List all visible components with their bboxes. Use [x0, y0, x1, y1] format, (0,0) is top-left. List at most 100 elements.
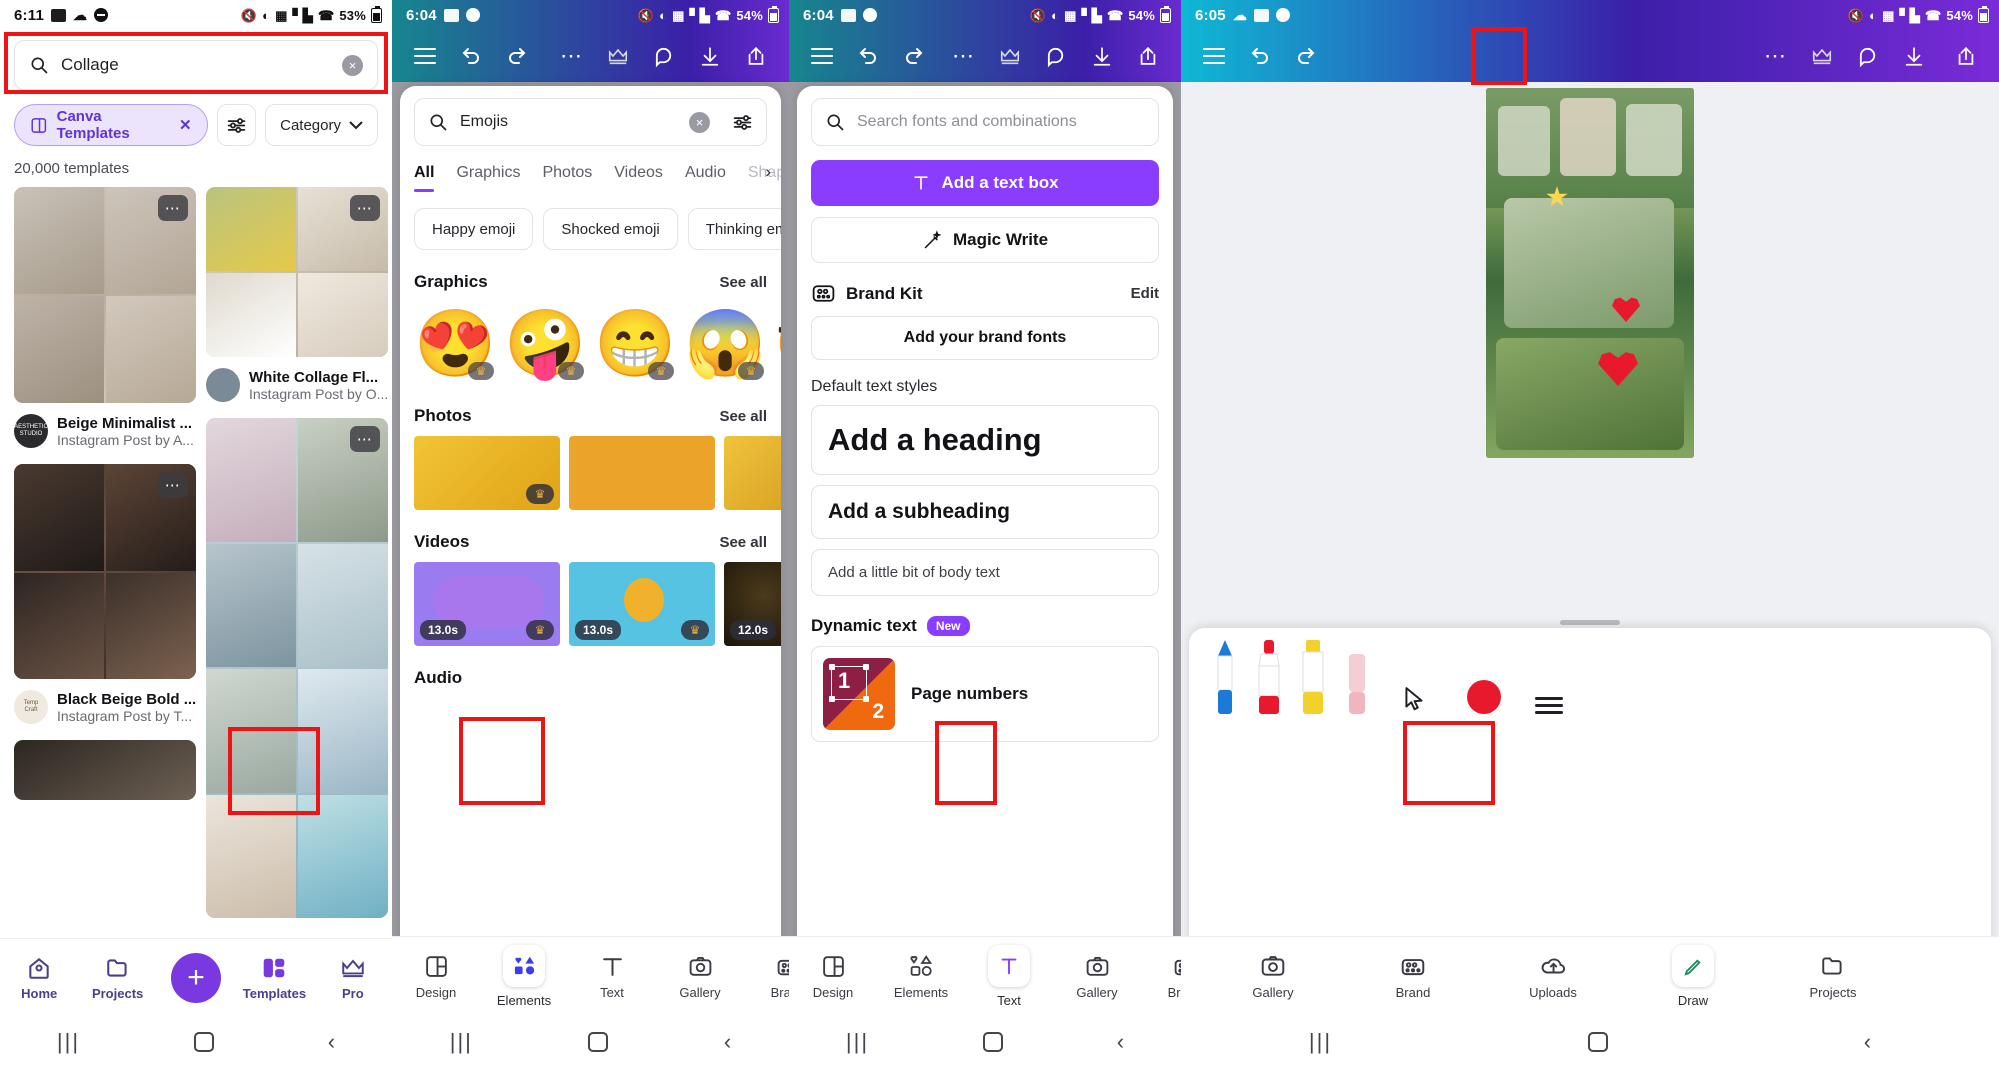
create-design-button[interactable]: +: [157, 952, 235, 1003]
photo-item[interactable]: ♛: [414, 436, 560, 510]
crown-icon[interactable]: [1799, 34, 1845, 78]
thickness-icon[interactable]: [1519, 640, 1579, 714]
graphic-item[interactable]: 😍 ♛: [414, 302, 496, 384]
menu-icon[interactable]: [799, 34, 845, 78]
magic-write-button[interactable]: Magic Write: [811, 217, 1159, 263]
recents-icon[interactable]: |||: [450, 1029, 473, 1055]
sidebar-item-home[interactable]: Home: [0, 955, 78, 1001]
video-item[interactable]: 13.0s ♛: [414, 562, 560, 646]
category-dropdown[interactable]: Category: [265, 104, 378, 146]
marker-icon[interactable]: [1247, 640, 1291, 714]
design-canvas-preview[interactable]: [1486, 88, 1694, 458]
see-all-link[interactable]: See all: [719, 408, 767, 425]
comment-icon[interactable]: [1845, 34, 1891, 78]
suggestion-chip[interactable]: Happy emoji: [414, 208, 534, 250]
graphic-item[interactable]: 😱 ♛: [684, 302, 766, 384]
undo-icon[interactable]: [1237, 34, 1283, 78]
home-nav-icon[interactable]: [1587, 1032, 1608, 1052]
download-icon[interactable]: [1079, 34, 1125, 78]
add-text-box-button[interactable]: Add a text box: [811, 160, 1159, 206]
filter-settings-button[interactable]: [216, 104, 257, 146]
sidebar-item-gallery[interactable]: Gallery: [1053, 954, 1141, 1000]
eraser-icon[interactable]: [1335, 640, 1379, 714]
graphic-item[interactable]: 😁 ♛: [594, 302, 676, 384]
tab-audio[interactable]: Audio: [685, 164, 726, 192]
more-icon[interactable]: ⋯: [941, 34, 987, 78]
cursor-icon[interactable]: [1379, 640, 1449, 714]
download-icon[interactable]: [687, 34, 733, 78]
redo-icon[interactable]: [891, 34, 937, 78]
undo-icon[interactable]: [845, 34, 891, 78]
template-card[interactable]: ⋯: [14, 464, 196, 679]
search-input[interactable]: Emojis ×: [414, 98, 767, 146]
back-icon[interactable]: ‹: [1864, 1029, 1871, 1055]
sidebar-item-brand[interactable]: Brand: [1343, 953, 1483, 1000]
photo-item[interactable]: [569, 436, 715, 510]
crown-icon[interactable]: [987, 34, 1033, 78]
text-style-body[interactable]: Add a little bit of body text: [811, 549, 1159, 596]
home-nav-icon[interactable]: [982, 1032, 1003, 1052]
filter-chip-canva-templates[interactable]: Canva Templates ✕: [14, 104, 208, 146]
sidebar-item-brand[interactable]: Brand: [1141, 954, 1181, 1000]
sidebar-item-design[interactable]: Design: [392, 954, 480, 1000]
tab-photos[interactable]: Photos: [542, 164, 592, 192]
sliders-icon[interactable]: [732, 112, 753, 133]
template-card[interactable]: [14, 740, 196, 800]
sidebar-item-gallery[interactable]: Gallery: [1203, 953, 1343, 1000]
sidebar-item-design[interactable]: Design: [789, 954, 877, 1000]
font-search-input[interactable]: Search fonts and combinations: [811, 98, 1159, 146]
share-icon[interactable]: [1943, 34, 1989, 78]
search-input[interactable]: Collage ×: [14, 40, 378, 90]
redo-icon[interactable]: [1283, 34, 1329, 78]
recents-icon[interactable]: |||: [57, 1029, 80, 1055]
menu-icon[interactable]: [402, 34, 448, 78]
sidebar-item-elements[interactable]: Elements: [480, 945, 568, 1008]
menu-icon[interactable]: [1191, 34, 1237, 78]
sidebar-item-templates[interactable]: Templates: [235, 955, 313, 1001]
back-icon[interactable]: ‹: [328, 1029, 335, 1055]
clear-search-icon[interactable]: ×: [689, 111, 710, 133]
add-brand-fonts-button[interactable]: Add your brand fonts: [811, 316, 1159, 360]
brand-kit-edit-link[interactable]: Edit: [1131, 285, 1159, 302]
filter-chip-close-icon[interactable]: ✕: [179, 116, 192, 134]
see-all-link[interactable]: See all: [719, 534, 767, 551]
chevron-right-icon[interactable]: ›: [765, 162, 771, 182]
tab-all[interactable]: All: [414, 164, 435, 192]
more-icon[interactable]: ⋯: [549, 34, 595, 78]
clear-search-icon[interactable]: ×: [342, 54, 363, 76]
card-more-icon[interactable]: ⋯: [158, 472, 188, 498]
card-more-icon[interactable]: ⋯: [350, 195, 380, 221]
video-item[interactable]: 12.0s: [724, 562, 781, 646]
sidebar-item-elements[interactable]: Elements: [877, 954, 965, 1000]
video-item[interactable]: 13.0s ♛: [569, 562, 715, 646]
back-icon[interactable]: ‹: [724, 1029, 731, 1055]
template-card[interactable]: ⋯: [206, 418, 388, 918]
text-style-subheading[interactable]: Add a subheading: [811, 485, 1159, 539]
home-nav-icon[interactable]: [193, 1032, 214, 1052]
sidebar-item-draw[interactable]: Draw: [1623, 945, 1763, 1008]
suggestion-chip[interactable]: Thinking emoji: [687, 208, 781, 250]
graphic-item[interactable]: 🤪 ♛: [504, 302, 586, 384]
redo-icon[interactable]: [494, 34, 540, 78]
card-more-icon[interactable]: ⋯: [158, 195, 188, 221]
sidebar-item-text[interactable]: Text: [568, 954, 656, 1000]
text-style-heading[interactable]: Add a heading: [811, 405, 1159, 475]
sheet-grabber[interactable]: [1560, 620, 1620, 625]
color-swatch[interactable]: [1449, 640, 1519, 714]
pen-icon[interactable]: [1203, 640, 1247, 714]
page-numbers-item[interactable]: 1 2 Page numbers: [811, 646, 1159, 742]
comment-icon[interactable]: [641, 34, 687, 78]
share-icon[interactable]: [733, 34, 779, 78]
more-icon[interactable]: ⋯: [1753, 34, 1799, 78]
undo-icon[interactable]: [448, 34, 494, 78]
crown-icon[interactable]: [595, 34, 641, 78]
photo-item[interactable]: [724, 436, 781, 510]
tab-videos[interactable]: Videos: [614, 164, 663, 192]
share-icon[interactable]: [1125, 34, 1171, 78]
sidebar-item-uploads[interactable]: Uploads: [1483, 953, 1623, 1000]
see-all-link[interactable]: See all: [719, 274, 767, 291]
comment-icon[interactable]: [1033, 34, 1079, 78]
template-card[interactable]: ⋯: [14, 187, 196, 403]
recents-icon[interactable]: |||: [846, 1029, 869, 1055]
graphic-item[interactable]: 😎: [774, 302, 781, 384]
